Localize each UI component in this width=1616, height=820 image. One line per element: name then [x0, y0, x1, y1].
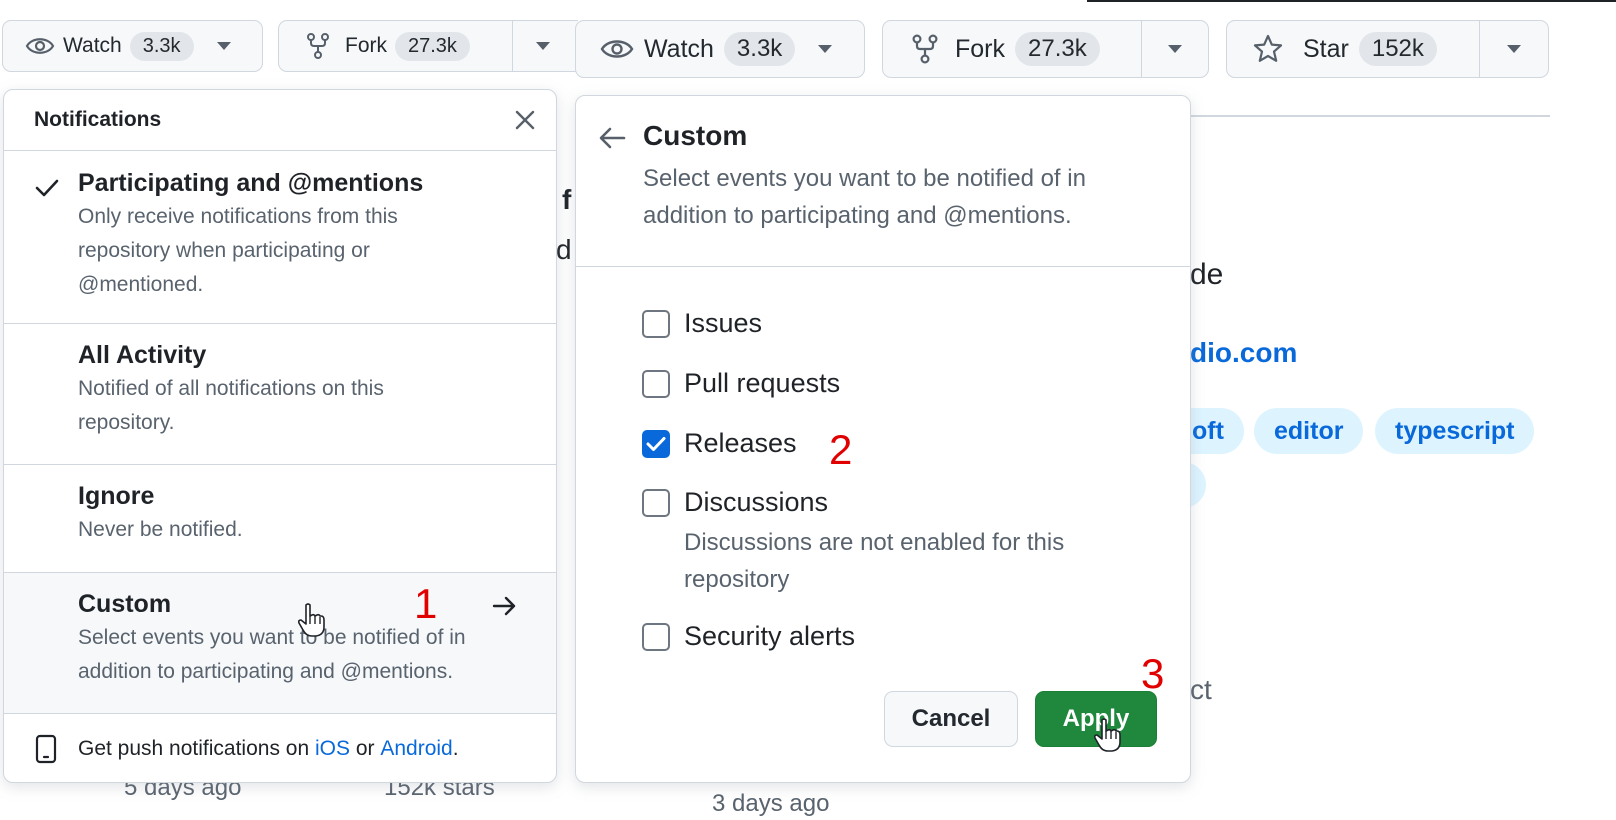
event-releases[interactable]: Releases — [642, 428, 797, 459]
annotation-step-2: 2 — [829, 426, 853, 473]
custom-title: Custom — [643, 120, 748, 151]
watch-button-small[interactable]: Watch 3.3k — [3, 21, 204, 71]
option-ignore-desc: Never be notified. — [78, 518, 243, 541]
event-pull-requests[interactable]: Pull requests — [642, 368, 840, 399]
option-participating[interactable]: Participating and @mentions Only receive… — [4, 151, 556, 324]
fork-label-small: Fork — [345, 34, 387, 57]
event-issues[interactable]: Issues — [642, 308, 762, 339]
hand-cursor-icon — [297, 603, 325, 637]
background-fragment-d: d — [556, 234, 572, 265]
star-icon — [1253, 34, 1283, 62]
chevron-down-icon — [818, 45, 833, 53]
watch-button-group-small: Watch 3.3k — [2, 20, 263, 72]
check-icon — [646, 436, 666, 451]
fork-count: 27.3k — [1015, 32, 1100, 66]
option-all-activity[interactable]: All Activity Notified of all notificatio… — [4, 324, 556, 465]
watch-button-group: Watch 3.3k — [575, 20, 865, 78]
fork-dropdown[interactable] — [1141, 21, 1208, 77]
chevron-down-icon — [216, 42, 231, 50]
event-security-alerts[interactable]: Security alerts — [642, 621, 855, 652]
option-ignore-title: Ignore — [78, 482, 155, 510]
fork-label: Fork — [955, 34, 1005, 63]
option-participating-desc: Only receive notifications from this rep… — [78, 205, 398, 296]
watch-dropdown-small[interactable] — [204, 21, 244, 71]
background-fragment-ct: ct — [1190, 674, 1212, 705]
fork-icon — [912, 34, 938, 64]
fork-button-group-small: Fork 27.3k — [278, 20, 578, 72]
topic-tag-typescript[interactable]: typescript — [1375, 408, 1535, 454]
android-link[interactable]: Android — [380, 737, 452, 761]
fork-icon — [307, 33, 329, 59]
chevron-down-icon — [1168, 45, 1182, 53]
discussions-label: Discussions — [684, 487, 829, 517]
annotation-step-1: 1 — [414, 580, 438, 627]
close-icon[interactable] — [514, 109, 536, 131]
pull-requests-label: Pull requests — [684, 368, 841, 398]
watch-count-small: 3.3k — [129, 31, 194, 61]
pull-requests-checkbox[interactable] — [642, 369, 670, 398]
mobile-device-icon — [35, 734, 57, 763]
chevron-down-icon — [535, 42, 550, 50]
option-participating-title: Participating and @mentions — [78, 169, 424, 197]
hand-cursor-icon — [1093, 718, 1121, 752]
security-alerts-label: Security alerts — [684, 621, 856, 651]
fork-button-group: Fork 27.3k — [882, 20, 1209, 78]
notifications-header: Notifications — [4, 90, 556, 151]
star-count: 152k — [1358, 32, 1437, 66]
fork-button-small[interactable]: Fork 27.3k — [279, 21, 512, 71]
background-website-link[interactable]: dio.com — [1190, 337, 1297, 369]
custom-desc: Select events you want to be notified of… — [643, 165, 1086, 229]
background-days-ago-right: 3 days ago — [712, 790, 830, 817]
discussions-note: Discussions are not enabled for this rep… — [684, 529, 1065, 593]
option-all-activity-desc: Notified of all notifications on this re… — [78, 377, 384, 434]
background-fragment-f: f — [562, 184, 572, 215]
footer-suffix: . — [452, 736, 459, 760]
star-button-group: Star 152k — [1226, 20, 1549, 78]
watch-dropdown[interactable] — [805, 21, 845, 77]
fork-count-small: 27.3k — [395, 31, 470, 61]
watch-label-small: Watch — [63, 34, 122, 57]
notifications-menu: Notifications Participating and @mention… — [3, 89, 557, 783]
fork-dropdown-small[interactable] — [512, 21, 572, 71]
check-icon — [35, 179, 59, 197]
custom-header: Custom Select events you want to be noti… — [576, 96, 1190, 267]
security-alerts-checkbox[interactable] — [642, 622, 670, 651]
eye-icon — [600, 40, 634, 58]
discussions-checkbox[interactable] — [642, 488, 670, 517]
option-custom[interactable]: Custom Select events you want to be noti… — [4, 573, 556, 714]
issues-checkbox[interactable] — [642, 309, 670, 338]
releases-checkbox[interactable] — [642, 429, 670, 458]
background-fragment-de: de — [1190, 258, 1224, 291]
ios-link[interactable]: iOS — [315, 737, 350, 761]
option-ignore[interactable]: Ignore Never be notified. — [4, 465, 556, 573]
issues-label: Issues — [684, 308, 763, 338]
watch-button[interactable]: Watch 3.3k — [576, 21, 805, 77]
cancel-button[interactable]: Cancel — [884, 691, 1018, 747]
watch-label: Watch — [644, 34, 714, 63]
star-label: Star — [1303, 34, 1349, 63]
releases-label: Releases — [684, 428, 797, 458]
chevron-down-icon — [1507, 45, 1522, 53]
notifications-title: Notifications — [34, 108, 162, 131]
arrow-left-icon[interactable] — [598, 126, 626, 150]
topic-tag-editor[interactable]: editor — [1254, 408, 1364, 454]
footer-or: or — [350, 736, 381, 760]
push-notifications-footer: Get push notifications on iOS or Android… — [4, 713, 556, 782]
background-divider — [1190, 115, 1550, 117]
star-button[interactable]: Star 152k — [1227, 21, 1479, 77]
event-discussions[interactable]: Discussions — [642, 487, 828, 518]
arrow-right-icon — [492, 596, 516, 616]
fork-button[interactable]: Fork 27.3k — [883, 21, 1141, 77]
custom-events-panel: Custom Select events you want to be noti… — [575, 95, 1191, 783]
eye-icon — [25, 38, 55, 54]
star-dropdown[interactable] — [1479, 21, 1548, 77]
footer-prefix: Get push notifications on — [78, 736, 315, 760]
watch-count: 3.3k — [723, 32, 796, 66]
annotation-step-3: 3 — [1141, 650, 1165, 697]
option-all-activity-title: All Activity — [78, 341, 207, 369]
background-divider-top — [1087, 0, 1616, 2]
